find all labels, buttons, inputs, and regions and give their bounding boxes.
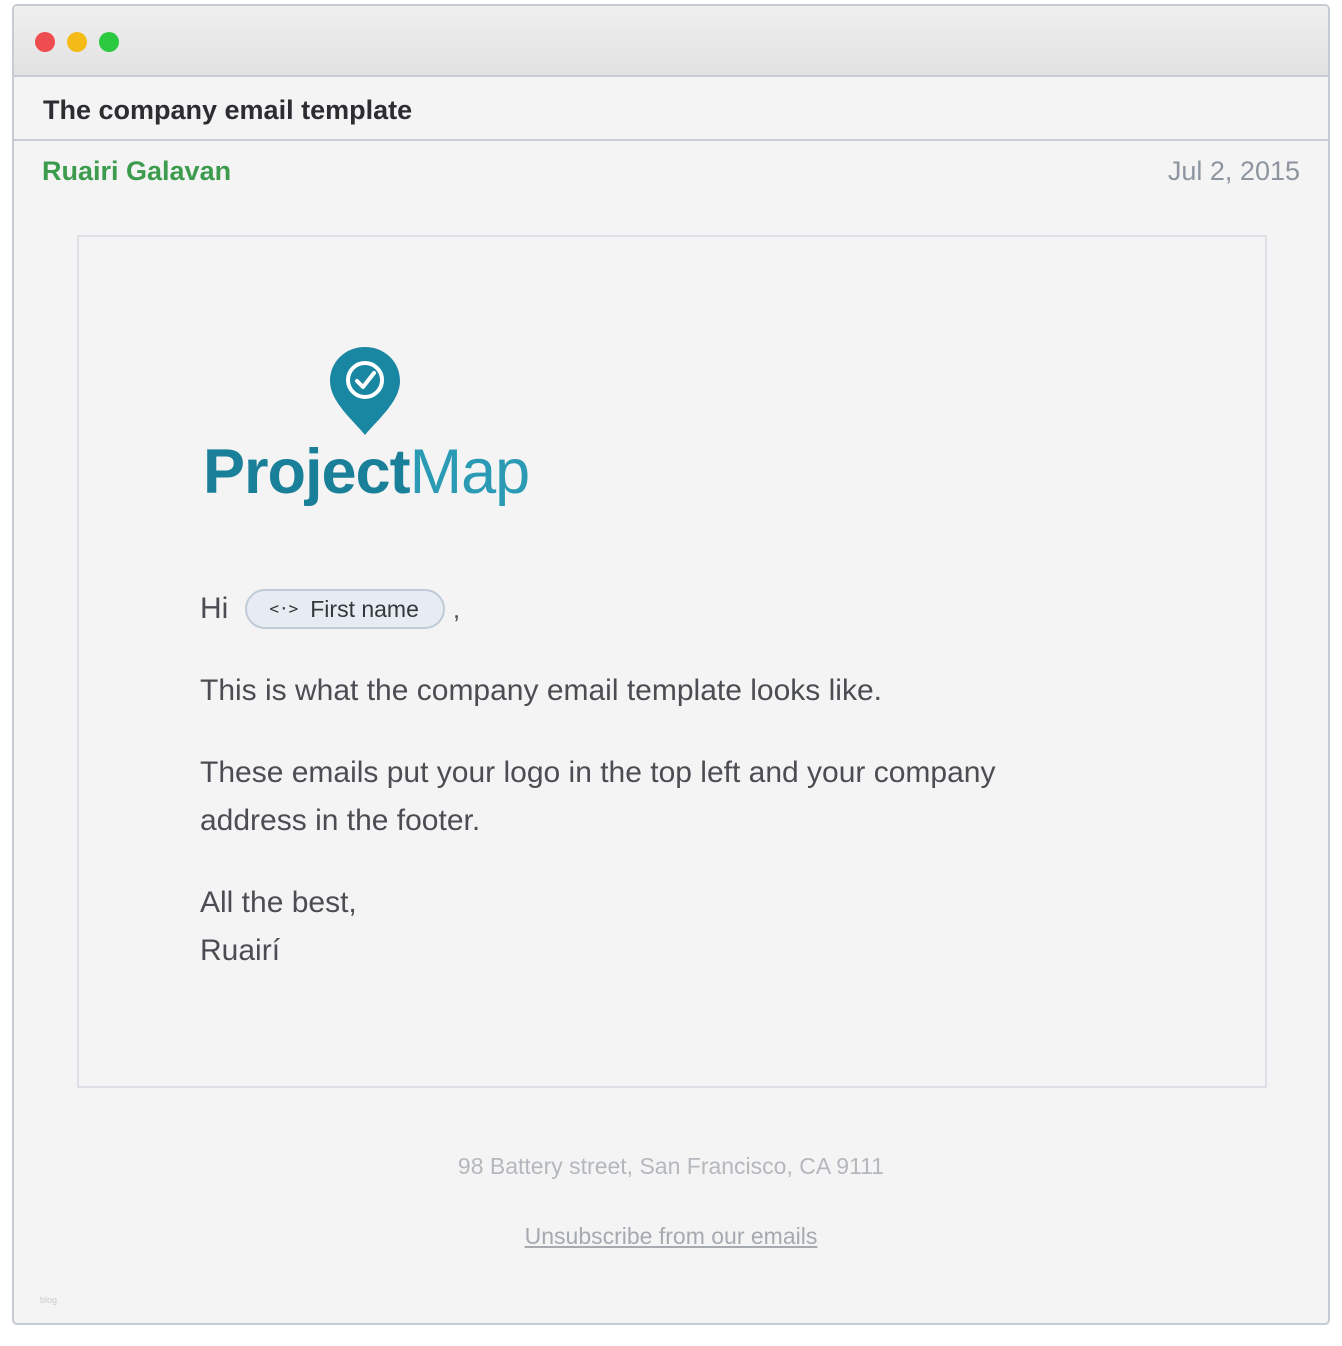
body-paragraph-1: This is what the company email template …: [200, 674, 882, 707]
watermark: blog: [40, 1295, 58, 1305]
signoff: All the best, Ruairí: [200, 879, 357, 975]
email-date: Jul 2, 2015: [1167, 156, 1300, 186]
logo-wordmark: ProjectMap: [203, 441, 530, 504]
email-window: The company email template Ruairi Galava…: [12, 4, 1330, 1325]
close-window-button[interactable]: [35, 32, 55, 52]
logo-word-light: Map: [409, 437, 531, 507]
greeting-line: Hi <·> First name ,: [200, 585, 460, 633]
subject-bar: The company email template: [14, 77, 1328, 141]
greeting-comma: ,: [452, 594, 461, 624]
email-subject: The company email template: [43, 95, 413, 125]
unsubscribe-link[interactable]: Unsubscribe from our emails: [525, 1223, 818, 1249]
email-content-card: ProjectMap Hi <·> First name , This is w…: [77, 235, 1267, 1088]
logo-word-bold: Project: [203, 437, 411, 507]
maximize-window-button[interactable]: [99, 32, 119, 52]
minimize-window-button[interactable]: [67, 32, 87, 52]
signoff-line-2: Ruairí: [200, 934, 281, 967]
footer-address: 98 Battery street, San Francisco, CA 911…: [457, 1153, 885, 1179]
greeting-word: Hi: [200, 592, 229, 625]
merge-tag-chip[interactable]: <·> First name: [245, 589, 445, 629]
body-paragraph-2: These emails put your logo in the top le…: [200, 756, 996, 837]
title-bar: [14, 6, 1328, 77]
sender-name[interactable]: Ruairi Galavan: [42, 156, 231, 187]
unsubscribe-container: Unsubscribe from our emails: [14, 1223, 1328, 1250]
map-pin-check-icon: [330, 347, 400, 435]
code-arrows-icon: <·>: [269, 599, 299, 618]
signoff-line-1: All the best,: [200, 886, 357, 919]
merge-tag-label: First name: [310, 596, 419, 622]
